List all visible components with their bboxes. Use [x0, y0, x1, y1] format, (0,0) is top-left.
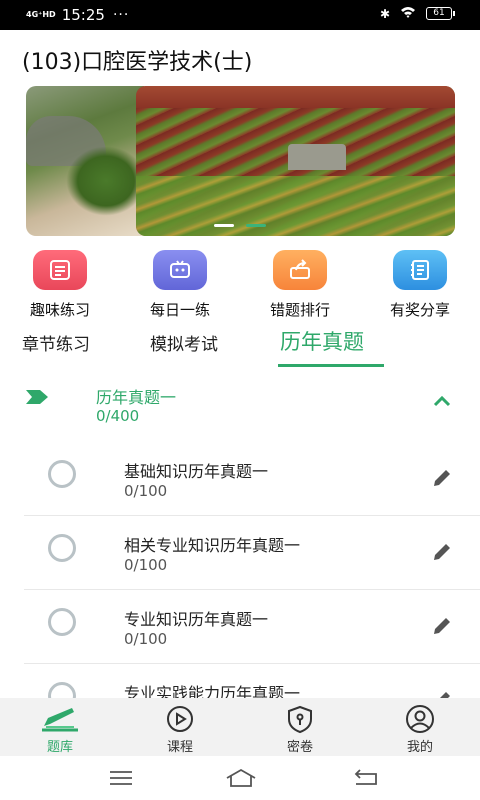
- daily-robot-icon: [153, 250, 207, 290]
- bluetooth-icon: ✱: [379, 6, 390, 21]
- nav-label: 题库: [46, 740, 73, 755]
- list-item-progress: 0/100: [124, 482, 168, 500]
- lock-shield-icon: [288, 705, 312, 734]
- quick-actions: 趣味练习 每日一练 错题排行 有奖分享: [0, 250, 480, 320]
- play-icon: [167, 706, 193, 732]
- list-item-title: 专业知识历年真题一: [124, 610, 269, 629]
- quick-action-label: 错题排行: [269, 301, 330, 319]
- notification-dots: ···: [112, 7, 130, 23]
- carousel-indicator-active[interactable]: [246, 224, 266, 227]
- page-title: (103)口腔医学技术(士): [22, 50, 253, 75]
- wifi-icon: [400, 6, 416, 21]
- list-item-title: 基础知识历年真题一: [124, 462, 269, 481]
- nav-label: 我的: [406, 740, 433, 755]
- quiz-icon: [33, 250, 87, 290]
- list-item-progress: 0/100: [124, 630, 168, 648]
- list-item-progress: 0/100: [124, 556, 168, 574]
- list-item[interactable]: 专业知识历年真题一 0/100: [0, 590, 480, 664]
- quick-action-wrong-ranking[interactable]: 错题排行: [255, 250, 345, 320]
- flag-icon: [26, 390, 48, 404]
- edit-icon[interactable]: [430, 468, 456, 490]
- quick-action-label: 有奖分享: [389, 301, 450, 319]
- tab-bar: 章节练习 模拟考试 历年真题: [0, 326, 480, 370]
- edit-icon[interactable]: [430, 616, 456, 638]
- quick-action-label: 每日一练: [149, 301, 210, 319]
- system-navigation-bar: [0, 756, 480, 800]
- profile-icon: [406, 705, 434, 733]
- tab-mock-exam[interactable]: 模拟考试: [150, 330, 218, 355]
- back-icon[interactable]: [352, 768, 380, 788]
- nav-profile[interactable]: 我的: [380, 704, 460, 755]
- status-circle-icon: [48, 534, 76, 562]
- banner-slide-previous[interactable]: [26, 86, 144, 236]
- nav-courses[interactable]: 课程: [140, 704, 220, 755]
- quick-action-share-reward[interactable]: 有奖分享: [375, 250, 465, 320]
- nav-secret-papers[interactable]: 密卷: [260, 704, 340, 755]
- carousel-indicator[interactable]: [214, 224, 234, 227]
- nav-label: 密卷: [286, 740, 313, 755]
- battery-icon: 61: [426, 7, 455, 20]
- tab-past-exams[interactable]: 历年真题: [280, 326, 364, 356]
- chevron-up-icon[interactable]: [432, 394, 452, 408]
- share-icon: [393, 250, 447, 290]
- banner-carousel[interactable]: [0, 86, 480, 236]
- list-item[interactable]: 基础知识历年真题一 0/100: [0, 442, 480, 516]
- section-progress: 0/400: [96, 407, 140, 425]
- quick-action-fun-practice[interactable]: 趣味练习: [15, 250, 105, 320]
- question-bank-icon: [42, 708, 78, 732]
- quick-action-label: 趣味练习: [29, 301, 90, 319]
- status-circle-icon: [48, 608, 76, 636]
- list-item-title: 相关专业知识历年真题一: [124, 536, 301, 555]
- section-header[interactable]: 历年真题一 0/400: [0, 380, 480, 430]
- section-title: 历年真题一: [96, 388, 177, 407]
- list-item[interactable]: 相关专业知识历年真题一 0/100: [0, 516, 480, 590]
- network-indicator: 4G⁺HD: [26, 10, 56, 19]
- home-icon[interactable]: [224, 768, 258, 788]
- active-tab-underline: [278, 364, 384, 367]
- menu-icon[interactable]: [108, 768, 134, 788]
- bottom-navigation: 题库 课程 密卷 我的: [0, 698, 480, 756]
- quick-action-daily-practice[interactable]: 每日一练: [135, 250, 225, 320]
- clock: 15:25: [61, 6, 105, 24]
- edit-icon[interactable]: [430, 542, 456, 564]
- status-bar: 4G⁺HD 15:25 ··· ✱ 61: [0, 0, 480, 30]
- status-circle-icon: [48, 460, 76, 488]
- wrong-rank-icon: [273, 250, 327, 290]
- nav-label: 课程: [166, 740, 193, 755]
- tab-chapter-practice[interactable]: 章节练习: [22, 330, 90, 355]
- banner-slide-current[interactable]: [136, 86, 455, 236]
- nav-question-bank[interactable]: 题库: [20, 704, 100, 755]
